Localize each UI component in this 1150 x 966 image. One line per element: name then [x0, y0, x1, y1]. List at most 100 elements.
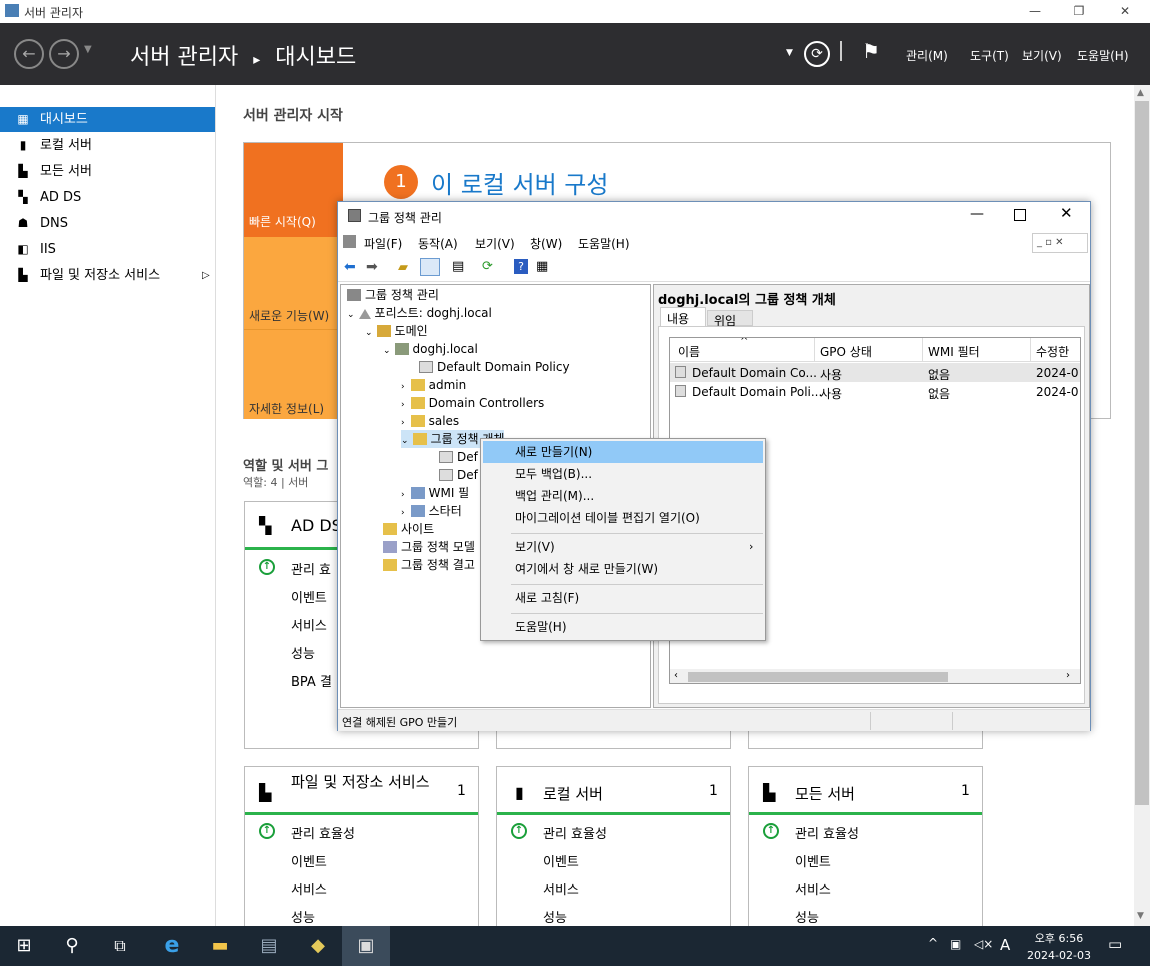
gpm-maximize-button[interactable] [1014, 209, 1026, 221]
gpm-taskbar-icon[interactable]: ▣ [342, 926, 390, 966]
table-row[interactable]: Default Domain Co... 사용 없음 2024-0 [670, 363, 1080, 382]
task-view-icon[interactable]: ⧉ [96, 926, 144, 966]
tree-node-domain-controllers[interactable]: › Domain Controllers [401, 394, 544, 412]
learn-more-tab[interactable]: 자세한 정보(L) [244, 329, 343, 419]
back-icon[interactable]: ⬅ [344, 259, 356, 275]
tile-file-storage[interactable]: ▙ 파일 및 저장소 서비스 1 ↑ 관리 효율성 이벤트 서비스 성능 [244, 766, 479, 931]
tree-node-domains[interactable]: ⌄ 도메인 [365, 322, 428, 340]
clock[interactable]: 오후 6:56 2024-02-03 [1024, 930, 1094, 962]
tree-node-default-policy[interactable]: Default Domain Policy [419, 358, 570, 376]
tree-node-gpo-1[interactable]: Def [439, 448, 478, 466]
configure-local-server-link[interactable]: 이 로컬 서버 구성 [431, 165, 608, 200]
tile-line[interactable]: 서비스 [291, 615, 327, 634]
tree-node-modeling[interactable]: 그룹 정책 모델 [383, 538, 475, 556]
table-row[interactable]: Default Domain Poli... 사용 없음 2024-0 [670, 382, 1080, 401]
column-gpo-status[interactable]: GPO 상태 [820, 343, 872, 360]
scroll-right-icon[interactable]: › [1066, 670, 1070, 681]
menu-item-new[interactable]: 새로 만들기(N) [483, 441, 763, 463]
sidebar-item-dns[interactable]: ☗ DNS [0, 211, 215, 236]
column-wmi-filter[interactable]: WMI 필터 [928, 343, 980, 360]
gpm-close-button[interactable]: ✕ [1060, 204, 1073, 222]
maximize-button[interactable]: ❐ [1056, 0, 1102, 23]
tab-delegation[interactable]: 위임 [707, 310, 753, 328]
tile-line[interactable]: 서비스 [291, 879, 327, 898]
whats-new-tab[interactable]: 새로운 기능(W) [244, 237, 343, 329]
close-button[interactable]: ✕ [1102, 0, 1148, 23]
tile-line[interactable]: 이벤트 [291, 851, 327, 870]
tree-node-domain[interactable]: ⌄ doghj.local [383, 340, 478, 358]
column-modified[interactable]: 수정한 [1036, 343, 1069, 360]
scroll-left-icon[interactable]: ‹ [674, 670, 678, 681]
server-manager-icon[interactable]: ▤ [245, 926, 293, 966]
sidebar-item-file-storage[interactable]: ▙ 파일 및 저장소 서비스 ▷ [0, 263, 215, 288]
sidebar-item-dashboard[interactable]: ▦ 대시보드 [0, 107, 215, 132]
tile-line[interactable]: 관리 효율성 [291, 823, 355, 842]
mdi-controls[interactable]: _ ▫ ✕ [1032, 233, 1088, 253]
gpm-menu-action[interactable]: 동작(A) [418, 235, 458, 252]
tree-node-results[interactable]: 그룹 정책 결고 [383, 556, 475, 574]
tree-node-root[interactable]: 그룹 정책 관리 [347, 286, 439, 304]
menu-manage[interactable]: 관리(M) [906, 47, 948, 64]
tile-local-server[interactable]: ▮ 로컬 서버 1 ↑ 관리 효율성 이벤트 서비스 성능 [496, 766, 731, 931]
tile-line[interactable]: 이벤트 [543, 851, 579, 870]
snapin-icon[interactable]: ▦ [536, 259, 548, 274]
volume-muted-icon[interactable]: ◁× [974, 937, 993, 951]
back-icon[interactable]: ← [14, 39, 44, 69]
menu-help[interactable]: 도움말(H) [1077, 47, 1129, 64]
ime-indicator[interactable]: A [1000, 936, 1010, 954]
menu-item-help[interactable]: 도움말(H) [483, 616, 763, 638]
scroll-down-icon[interactable]: ▼ [1137, 911, 1144, 921]
tile-line[interactable]: 관리 효율성 [795, 823, 859, 842]
show-hidden-icons[interactable]: ^ [928, 936, 938, 950]
menu-item-backup-all[interactable]: 모두 백업(B)... [483, 463, 763, 485]
refresh-icon[interactable]: ⟳ [804, 41, 830, 67]
menu-item-migration-editor[interactable]: 마이그레이션 테이블 편집기 열기(O) [483, 507, 763, 529]
tile-line[interactable]: 이벤트 [795, 851, 831, 870]
search-icon[interactable]: ⚲ [48, 926, 96, 966]
history-dropdown-icon[interactable]: ▼ [84, 44, 92, 55]
menu-item-new-window[interactable]: 여기에서 창 새로 만들기(W) [483, 558, 763, 580]
sidebar-item-iis[interactable]: ◧ IIS [0, 237, 215, 262]
sidebar-item-local-server[interactable]: ▮ 로컬 서버 [0, 133, 215, 158]
column-name[interactable]: 이름 [678, 343, 700, 360]
ie-icon[interactable]: e [148, 926, 196, 966]
tile-line[interactable]: 성능 [291, 643, 315, 662]
tree-node-admin[interactable]: › admin [401, 376, 466, 394]
menu-view[interactable]: 보기(V) [1022, 47, 1062, 64]
tile-line[interactable]: 서비스 [795, 879, 831, 898]
action-center-icon[interactable]: ▭ [1108, 935, 1122, 953]
notifications-flag-icon[interactable]: ⚑ [862, 39, 880, 63]
tile-all-servers[interactable]: ▙ 모든 서버 1 ↑ 관리 효율성 이벤트 서비스 성능 [748, 766, 983, 931]
horizontal-scrollbar[interactable]: ‹ › [670, 669, 1080, 683]
menu-item-refresh[interactable]: 새로 고침(F) [483, 587, 763, 609]
tile-line[interactable]: 서비스 [543, 879, 579, 898]
tree-node-sites[interactable]: 사이트 [383, 520, 434, 538]
tree-node-starter[interactable]: › 스타터 [401, 502, 462, 520]
sidebar-item-all-servers[interactable]: ▙ 모든 서버 [0, 159, 215, 184]
gpm-menu-view[interactable]: 보기(V) [475, 235, 515, 252]
sidebar-item-adds[interactable]: ▚ AD DS [0, 185, 215, 210]
tile-line[interactable]: 성능 [795, 907, 819, 926]
up-folder-icon[interactable]: ▰ [398, 260, 408, 275]
gpm-menu-file[interactable]: 파일(F) [364, 235, 402, 252]
quick-start-tab[interactable]: 빠른 시작(Q) [244, 143, 343, 237]
forward-icon[interactable]: → [49, 39, 79, 69]
menu-item-view[interactable]: 보기(V) › [483, 536, 763, 558]
file-explorer-icon[interactable]: ▬ [196, 926, 244, 966]
gpm-menu-help[interactable]: 도움말(H) [578, 235, 630, 252]
help-icon[interactable]: ? [514, 259, 528, 274]
tile-line[interactable]: 관리 효율성 [543, 823, 607, 842]
show-tree-icon[interactable] [420, 258, 440, 276]
main-scrollbar[interactable]: ▲ ▼ [1134, 85, 1150, 926]
refresh-icon[interactable]: ⟳ [482, 259, 493, 274]
tab-contents[interactable]: 내용 [660, 307, 706, 326]
tile-line[interactable]: 이벤트 [291, 587, 327, 606]
dropdown-icon[interactable]: ▼ [786, 48, 793, 58]
tile-line[interactable]: 관리 효 [291, 559, 331, 578]
tree-node-wmi[interactable]: › WMI 필 [401, 484, 469, 502]
gpm-menu-window[interactable]: 창(W) [530, 235, 562, 252]
tile-line[interactable]: BPA 결 [291, 671, 332, 690]
minimize-button[interactable]: — [1012, 0, 1058, 23]
start-icon[interactable]: ⊞ [0, 926, 48, 966]
scroll-up-icon[interactable]: ▲ [1137, 88, 1144, 98]
